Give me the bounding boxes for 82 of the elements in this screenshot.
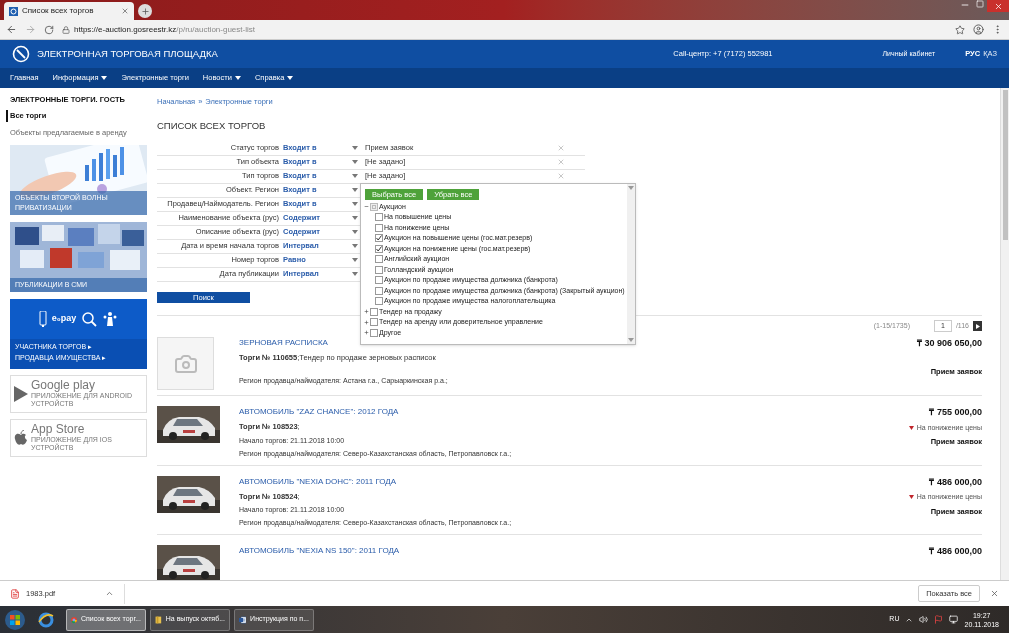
caret-icon [352, 258, 358, 262]
down-triangle-icon [908, 426, 914, 430]
tree-checkbox[interactable] [375, 286, 383, 295]
site-logo-icon [12, 45, 30, 63]
bookmark-icon[interactable] [955, 24, 965, 35]
listing-price: ₸ 486 000,00 [929, 544, 982, 558]
back-icon[interactable] [6, 24, 17, 35]
reload-icon[interactable] [44, 24, 54, 35]
listing-title[interactable]: ЗЕРНОВАЯ РАСПИСКА [239, 337, 917, 350]
listing-title[interactable]: АВТОМОБИЛЬ "ZAZ CHANCE": 2012 ГОДА [239, 406, 909, 419]
caret-icon [352, 272, 358, 276]
caret-icon [352, 160, 358, 164]
tree-checkbox[interactable] [375, 234, 383, 243]
listing-price: ₸ 755 000,00 [929, 406, 982, 420]
usb-key-icon [38, 310, 47, 327]
store-title: App Store [31, 423, 86, 437]
caret-icon [352, 146, 358, 150]
browser-tab[interactable]: Список всех торгов [4, 2, 134, 20]
payment-logo: e₀pay [51, 312, 77, 325]
caret-icon [352, 244, 358, 248]
maximize-icon[interactable] [976, 0, 984, 8]
tree-checkbox[interactable] [375, 297, 383, 306]
caret-icon [287, 76, 294, 80]
flag-icon[interactable] [934, 615, 944, 624]
chevron-up-icon[interactable] [105, 589, 115, 598]
tree-checkbox[interactable] [370, 318, 378, 327]
caret-icon [352, 216, 358, 220]
magnifier-icon [81, 310, 98, 327]
down-triangle-icon [908, 495, 914, 500]
listing-title[interactable]: АВТОМОБИЛЬ "NEXIA NS 150": 2011 ГОДА [239, 544, 930, 557]
tree-checkbox[interactable] [375, 213, 383, 222]
apple-icon [14, 429, 28, 446]
expand-icon[interactable] [364, 330, 369, 336]
window-close-button[interactable] [987, 0, 1009, 12]
caret-icon [234, 76, 241, 80]
tree-checkbox[interactable] [375, 223, 383, 232]
close-icon [993, 1, 1003, 11]
start-button[interactable] [4, 608, 26, 631]
site-favicon [9, 6, 18, 16]
tree-checkbox[interactable] [375, 265, 383, 274]
store-title: Google play [31, 379, 97, 393]
play-icon [14, 385, 28, 402]
collapse-icon[interactable] [364, 204, 369, 210]
clear-icon[interactable] [557, 144, 565, 152]
listing-price: ₸ 486 000,00 [929, 475, 982, 489]
forward-icon[interactable] [25, 24, 36, 35]
close-icon[interactable] [990, 589, 999, 598]
tree-checkbox[interactable] [370, 202, 378, 211]
listing-price: ₸ 30 906 050,00 [916, 337, 982, 351]
tree-checkbox[interactable] [370, 307, 378, 316]
page-title: СПИСОК ВСЕХ ТОРГОВ [157, 119, 267, 134]
new-tab-button[interactable] [138, 4, 152, 18]
clear-icon[interactable] [557, 172, 565, 180]
lock-icon [62, 25, 70, 34]
network-icon[interactable] [949, 615, 959, 624]
listing-title[interactable]: АВТОМОБИЛЬ "NEXIA DOHC": 2011 ГОДА [239, 475, 909, 488]
caret-icon [628, 185, 634, 190]
clear-icon[interactable] [557, 158, 565, 166]
pdf-file-icon [10, 588, 20, 599]
caret-icon [352, 188, 358, 192]
expand-icon[interactable] [364, 309, 369, 315]
tree-checkbox[interactable] [375, 244, 383, 253]
next-page-button[interactable] [973, 321, 982, 331]
page-scrollbar[interactable] [1000, 88, 1009, 580]
caret-icon [352, 174, 358, 178]
close-icon[interactable] [121, 7, 129, 15]
caret-icon [628, 337, 634, 342]
people-icon [102, 310, 119, 327]
speaker-icon[interactable] [919, 615, 929, 624]
caret-icon [352, 202, 358, 206]
site-title: ЭЛЕКТРОННАЯ ТОРГОВАЯ ПЛОЩАДКА [37, 46, 218, 61]
caret-icon [101, 76, 108, 80]
scrollbar[interactable] [627, 183, 635, 344]
caret-icon [352, 230, 358, 234]
plus-icon [140, 6, 150, 16]
browser-icon[interactable] [38, 611, 54, 628]
expand-icon[interactable] [364, 319, 369, 325]
tree-checkbox[interactable] [375, 255, 383, 264]
tree-checkbox[interactable] [370, 328, 378, 337]
profile-icon[interactable] [973, 24, 984, 35]
tree-checkbox[interactable] [375, 276, 383, 285]
tab-title: Список всех торгов [22, 5, 95, 17]
